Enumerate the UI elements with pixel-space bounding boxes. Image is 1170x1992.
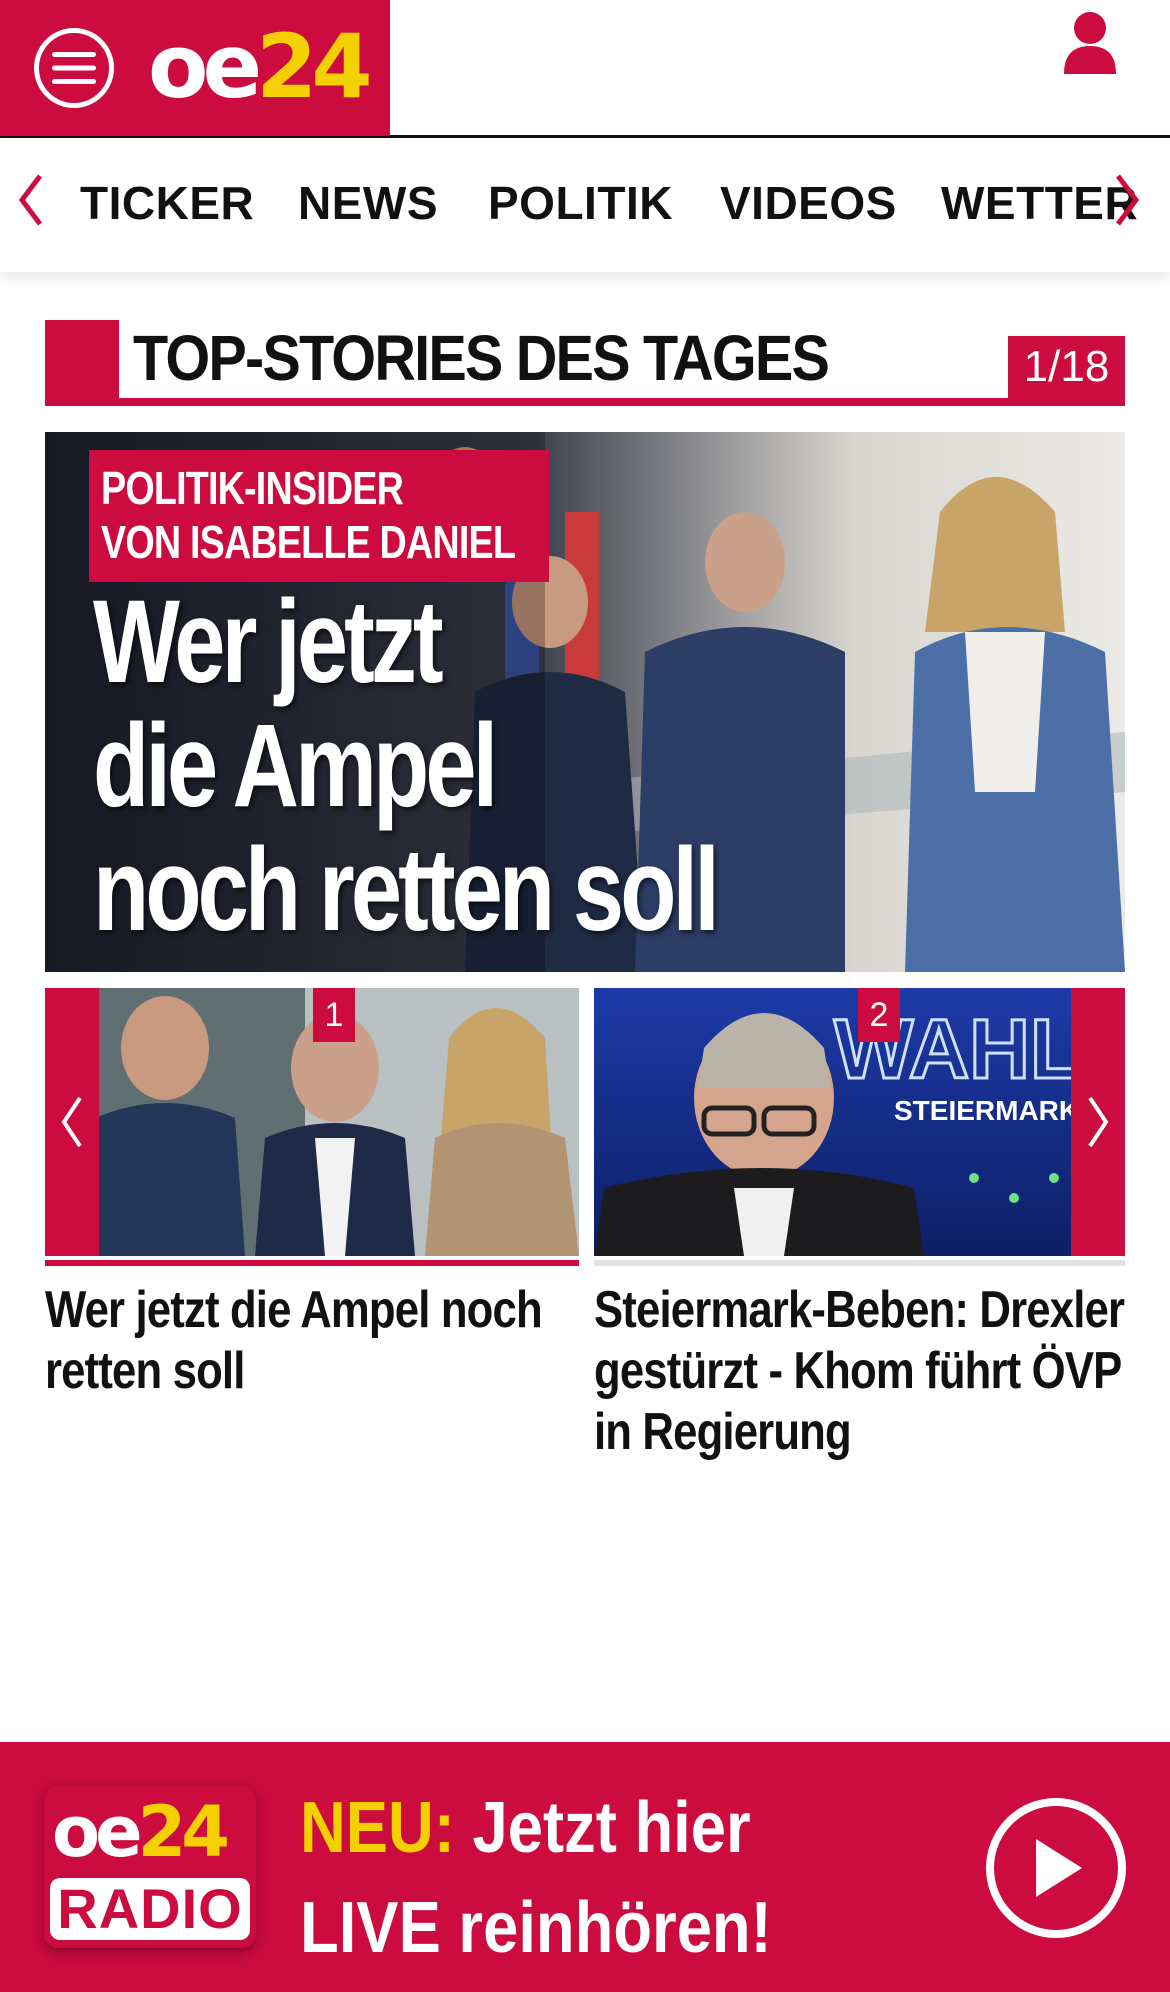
hero-headline[interactable]: Wer jetzt die Ampel noch retten soll [93, 576, 720, 956]
logo-oe: oe [148, 15, 262, 118]
radio-logo-label: RADIO [50, 1878, 250, 1940]
radio-new-label: NEU: [300, 1788, 455, 1868]
radio-promo-line-1-text: Jetzt hier [454, 1788, 751, 1868]
hero-kicker: POLITIK-INSIDER VON ISABELLE DANIEL [89, 450, 549, 582]
svg-text:STEIERMARK: STEIERMARK [894, 1095, 1079, 1126]
hero-headline-line: die Ampel [93, 700, 498, 832]
section-header: TOP-STORIES DES TAGES 1/18 [45, 320, 1125, 408]
section-underline [45, 398, 1125, 406]
nav-item-news[interactable]: NEWS [298, 176, 438, 230]
radio-logo-oe: oe [52, 1791, 143, 1873]
radio-logo: oe24 RADIO [44, 1786, 256, 1948]
kicker-line-1: POLITIK-INSIDER [101, 462, 404, 514]
story-title[interactable]: Steiermark-Beben: Drexler gestürzt - Kho… [594, 1280, 1132, 1463]
carousel-next-button[interactable] [1071, 988, 1125, 1256]
radio-logo-wordmark: oe24 [52, 1791, 230, 1873]
hero-headline-line: Wer jetzt [93, 576, 444, 708]
radio-banner[interactable]: oe24 RADIO NEU: Jetzt hier LIVE reinhöre… [0, 1742, 1170, 1992]
hero-headline-line: noch retten soll [93, 824, 720, 956]
story-card[interactable]: WAHL2 STEIERMARK 2 Steiermark-Beben: Dre… [594, 988, 1125, 1463]
story-thumbnail: 1 [45, 988, 579, 1256]
nav-item-wetter[interactable]: WETTER [941, 176, 1138, 230]
play-icon [1036, 1839, 1082, 1897]
nav-item-ticker[interactable]: TICKER [80, 176, 254, 230]
radio-promo-text: NEU: Jetzt hier LIVE reinhören! [300, 1778, 772, 1978]
play-button[interactable] [986, 1798, 1126, 1938]
story-title[interactable]: Wer jetzt die Ampel noch retten soll [45, 1280, 583, 1402]
menu-button[interactable] [34, 28, 114, 108]
story-thumbnail: WAHL2 STEIERMARK 2 [594, 988, 1125, 1256]
chevron-left-icon[interactable] [16, 172, 46, 228]
slide-counter: 1/18 [1008, 336, 1125, 398]
logo-24: 24 [256, 15, 372, 118]
inactive-indicator [594, 1260, 1125, 1266]
category-nav: TICKER NEWS POLITIK VIDEOS WETTER [0, 138, 1170, 272]
story-number-badge: 1 [313, 988, 355, 1042]
brand-block: oe 24 [0, 0, 390, 136]
hero-story[interactable]: POLITIK-INSIDER VON ISABELLE DANIEL Wer … [45, 432, 1125, 972]
story-card[interactable]: 1 Wer jetzt die Ampel noch retten soll [45, 988, 579, 1402]
radio-promo-line-2: LIVE reinhören! [300, 1888, 772, 1968]
radio-promo-line-1: NEU: Jetzt hier [300, 1778, 772, 1878]
nav-item-videos[interactable]: VIDEOS [720, 176, 897, 230]
carousel-prev-button[interactable] [45, 988, 99, 1256]
hamburger-menu-icon [52, 52, 96, 84]
section-title: TOP-STORIES DES TAGES [133, 322, 830, 394]
nav-item-politik[interactable]: POLITIK [488, 176, 673, 230]
user-icon[interactable] [1060, 10, 1120, 74]
site-header: oe 24 [0, 0, 1170, 138]
story-number-badge: 2 [858, 988, 900, 1042]
chevron-right-icon[interactable] [1112, 172, 1142, 228]
radio-logo-24: 24 [137, 1791, 230, 1873]
active-indicator [45, 1260, 579, 1266]
kicker-line-2: VON ISABELLE DANIEL [101, 516, 516, 568]
chevron-left-icon [61, 1096, 82, 1148]
site-logo[interactable]: oe 24 [148, 15, 373, 118]
section-marker [45, 320, 119, 400]
story-image [45, 988, 579, 1256]
chevron-right-icon [1088, 1096, 1109, 1148]
